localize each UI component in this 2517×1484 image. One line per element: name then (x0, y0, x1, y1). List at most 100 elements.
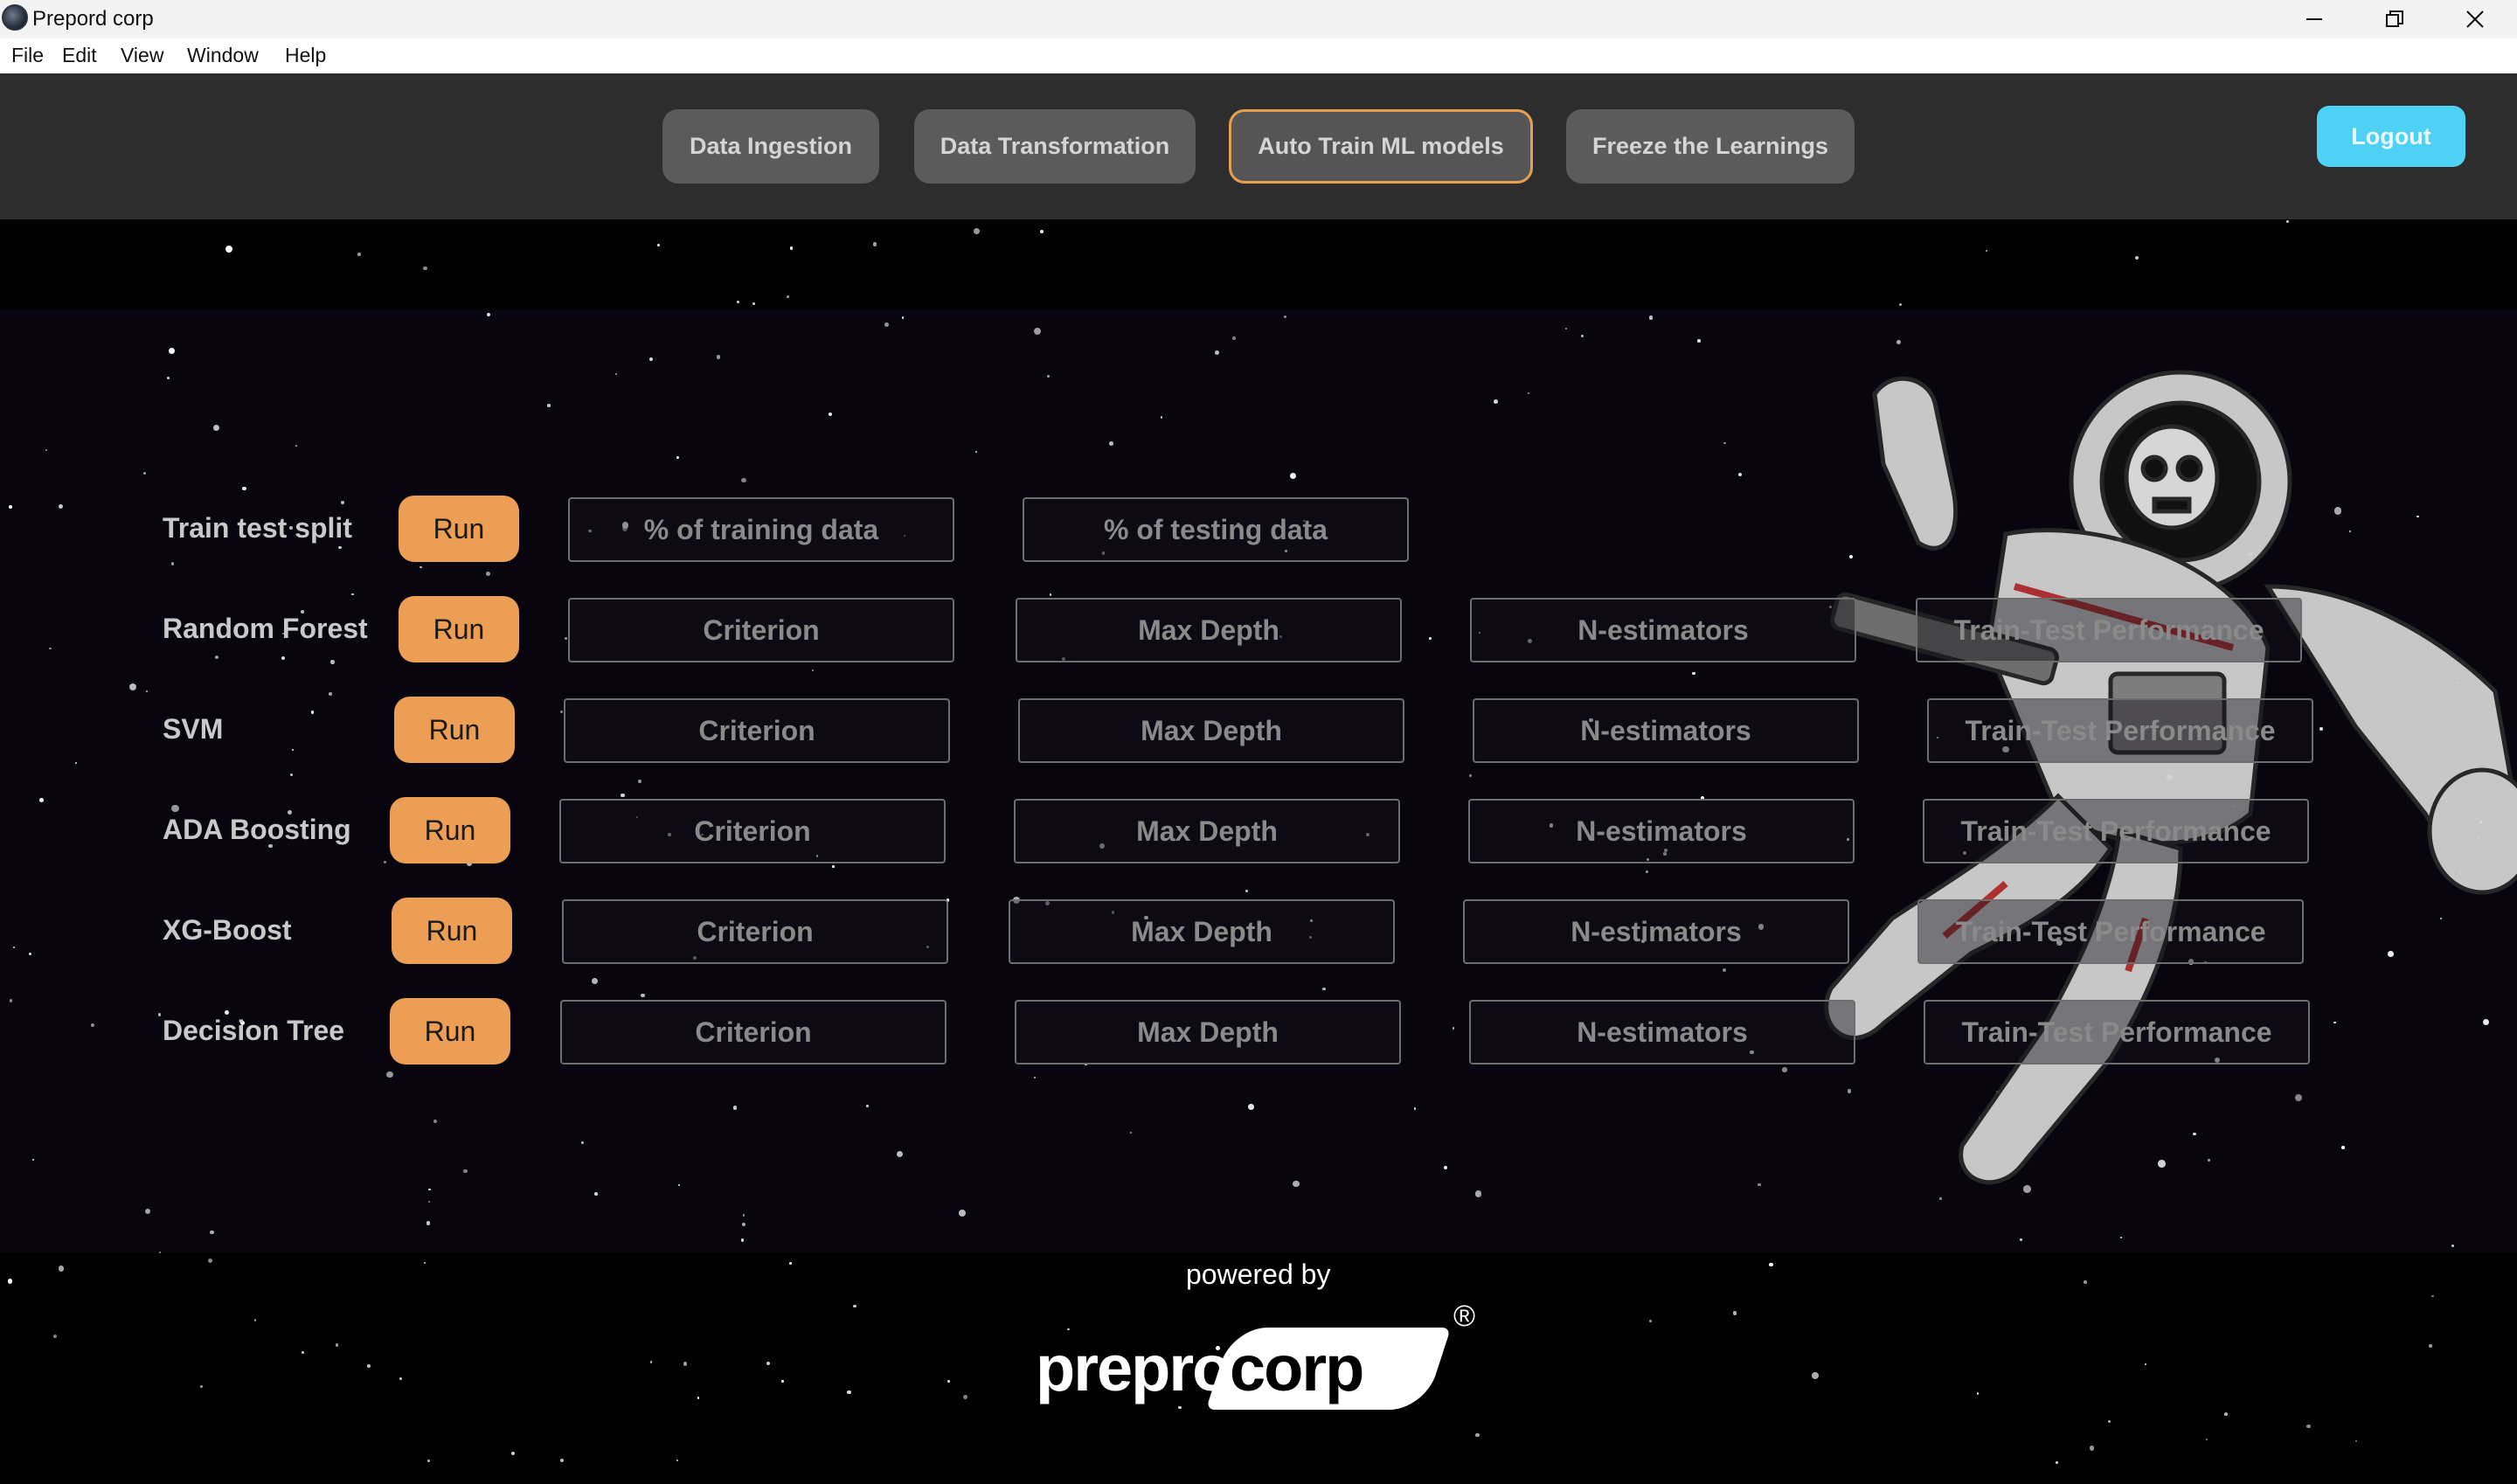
star (641, 993, 645, 998)
star (7, 1278, 13, 1284)
star (1033, 328, 1041, 336)
dt-criterion-field[interactable]: Criterion (560, 1000, 946, 1064)
star (2206, 1438, 2208, 1441)
star (2020, 1238, 2023, 1241)
star (357, 253, 361, 256)
star (367, 1364, 371, 1369)
run-button-train-test-split[interactable]: Run (399, 496, 519, 562)
run-button-xg-boost[interactable]: Run (392, 898, 512, 964)
star (1443, 1165, 1447, 1169)
row-label-svm: SVM (163, 713, 224, 745)
tab-auto-train[interactable]: Auto Train ML models (1229, 109, 1533, 184)
star (829, 413, 832, 416)
ada-performance-field[interactable]: Train-Test Performance (1923, 799, 2309, 863)
dt-performance-field[interactable]: Train-Test Performance (1924, 1000, 2310, 1064)
run-button-ada-boosting[interactable]: Run (390, 797, 510, 863)
star (144, 1208, 150, 1214)
star (781, 1380, 784, 1383)
xgb-performance-field[interactable]: Train-Test Performance (1917, 899, 2304, 964)
star (789, 246, 794, 250)
star (1040, 230, 1044, 233)
star (847, 1390, 851, 1394)
star (974, 228, 980, 235)
random-forest-max-depth-field[interactable]: Max Depth (1016, 598, 1402, 662)
star (2224, 1412, 2229, 1416)
star (638, 779, 642, 783)
star (2355, 1439, 2358, 1442)
run-button-svm[interactable]: Run (394, 697, 515, 763)
star (852, 1304, 856, 1308)
random-forest-n-estimators-field[interactable]: N-estimators (1470, 598, 1856, 662)
star (8, 505, 12, 510)
star (1248, 1104, 1254, 1110)
star (1896, 339, 1901, 344)
svm-criterion-field[interactable]: Criterion (564, 698, 950, 763)
star (427, 1460, 430, 1463)
star (1976, 1392, 1980, 1395)
restore-icon[interactable] (2354, 0, 2435, 38)
logout-button[interactable]: Logout (2317, 106, 2465, 167)
menu-edit[interactable]: Edit (62, 44, 97, 67)
star (510, 1451, 515, 1456)
star (2084, 1280, 2087, 1284)
row-label-random-forest: Random Forest (163, 613, 368, 644)
star (2089, 1446, 2094, 1451)
ada-max-depth-field[interactable]: Max Depth (1014, 799, 1400, 863)
star (168, 348, 175, 355)
menu-help[interactable]: Help (285, 44, 326, 67)
minimize-icon[interactable] (2274, 0, 2354, 38)
star (1723, 441, 1726, 444)
star (832, 865, 835, 868)
star (171, 805, 179, 813)
svm-n-estimators-field[interactable]: N-estimators (1473, 698, 1859, 763)
menu-view[interactable]: View (121, 44, 163, 67)
training-data-percent-field[interactable]: % of training data (568, 497, 954, 562)
star (1474, 1190, 1481, 1197)
menu-window[interactable]: Window (187, 44, 259, 67)
star (158, 1251, 161, 1254)
xgb-max-depth-field[interactable]: Max Depth (1009, 899, 1395, 964)
star (399, 1377, 403, 1381)
testing-data-percent-field[interactable]: % of testing data (1023, 497, 1409, 562)
random-forest-performance-field[interactable]: Train-Test Performance (1916, 598, 2302, 662)
logo-text-corp: corp (1230, 1332, 1364, 1404)
svm-max-depth-field[interactable]: Max Depth (1018, 698, 1404, 763)
app-logo-icon (2, 4, 28, 31)
svm-performance-field[interactable]: Train-Test Performance (1927, 698, 2313, 763)
star (752, 302, 755, 305)
dt-max-depth-field[interactable]: Max Depth (1015, 1000, 1401, 1064)
row-label-ada-boosting: ADA Boosting (163, 814, 351, 845)
tab-data-transformation[interactable]: Data Transformation (914, 109, 1196, 184)
star (1161, 416, 1163, 419)
star (1985, 250, 1987, 253)
star (428, 1188, 431, 1190)
star (789, 1262, 792, 1266)
star (1130, 1131, 1133, 1134)
star (2107, 1419, 2111, 1424)
tab-freeze-learnings[interactable]: Freeze the Learnings (1566, 109, 1855, 184)
run-button-random-forest[interactable]: Run (399, 596, 519, 662)
ada-n-estimators-field[interactable]: N-estimators (1468, 799, 1855, 863)
xgb-criterion-field[interactable]: Criterion (562, 899, 948, 964)
star (559, 710, 563, 713)
star (649, 1361, 653, 1364)
xgb-n-estimators-field[interactable]: N-estimators (1463, 899, 1849, 964)
star (38, 797, 44, 802)
menu-file[interactable]: File (11, 44, 44, 67)
star (423, 1261, 426, 1264)
star (963, 1395, 967, 1399)
star (1413, 1107, 1417, 1110)
star (384, 861, 386, 863)
star (865, 1105, 869, 1107)
top-nav: Data Ingestion Data Transformation Auto … (0, 73, 2517, 219)
close-icon[interactable] (2435, 0, 2515, 38)
ada-criterion-field[interactable]: Criterion (559, 799, 946, 863)
dt-n-estimators-field[interactable]: N-estimators (1469, 1000, 1855, 1064)
tab-data-ingestion[interactable]: Data Ingestion (662, 109, 879, 184)
star (199, 1384, 203, 1388)
run-button-decision-tree[interactable]: Run (390, 998, 510, 1064)
star (560, 1459, 565, 1463)
star (433, 1119, 437, 1123)
random-forest-criterion-field[interactable]: Criterion (568, 598, 954, 662)
star (302, 1350, 305, 1354)
